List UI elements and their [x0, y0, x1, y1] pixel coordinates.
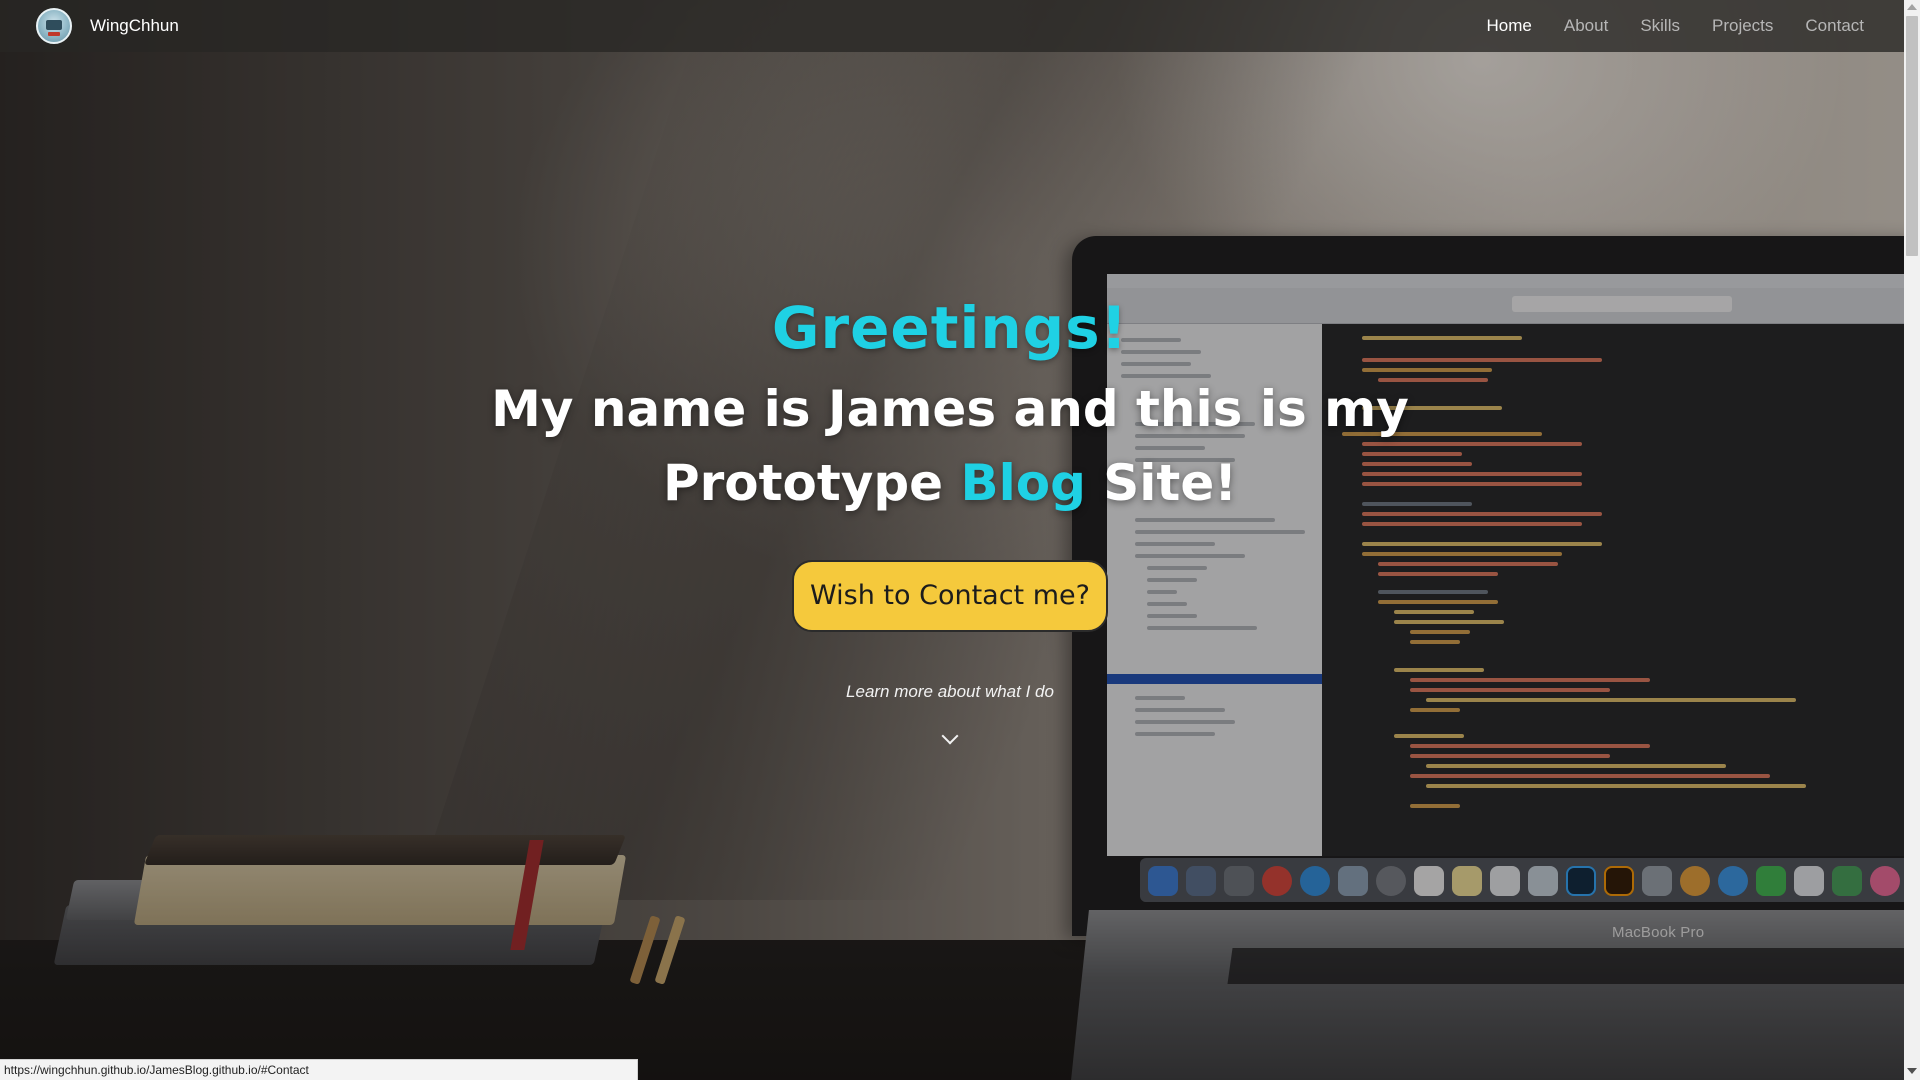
hero-headline: My name is James and this is my Prototyp… [450, 372, 1450, 520]
hero-greeting: Greetings! [771, 294, 1129, 362]
headline-suffix: Site! [1085, 454, 1238, 512]
scrollbar-thumb[interactable] [1906, 16, 1918, 256]
cta-wrapper: Wish to Contact me? [450, 560, 1450, 632]
nav-link-contact[interactable]: Contact [1805, 16, 1864, 36]
scroll-down-arrow-icon[interactable] [1907, 1068, 1917, 1074]
nav-links: Home About Skills Projects Contact [1455, 0, 1904, 52]
headline-prefix: Prototype [662, 454, 961, 512]
nav-link-skills[interactable]: Skills [1640, 16, 1680, 36]
learn-more-link[interactable]: Learn more about what I do [450, 682, 1450, 702]
top-navbar: WingChhun Home About Skills Projects Con… [0, 0, 1904, 52]
avatar-logo-icon [36, 8, 72, 44]
nav-link-projects[interactable]: Projects [1712, 16, 1773, 36]
brand-link[interactable]: WingChhun [36, 8, 179, 44]
brand-name: WingChhun [90, 16, 179, 35]
nav-link-home[interactable]: Home [1487, 16, 1532, 36]
scroll-up-arrow-icon[interactable] [1907, 4, 1917, 10]
headline-accent: Blog [960, 454, 1086, 512]
status-bar-url: https://wingchhun.github.io/JamesBlog.gi… [0, 1059, 638, 1080]
contact-me-button[interactable]: Wish to Contact me? [792, 560, 1108, 632]
chevron-down-icon[interactable] [941, 727, 959, 745]
nav-link-about[interactable]: About [1564, 16, 1608, 36]
headline-line-1: My name is James and this is my [491, 380, 1409, 438]
hero-content: Greetings! My name is James and this is … [450, 290, 1450, 745]
